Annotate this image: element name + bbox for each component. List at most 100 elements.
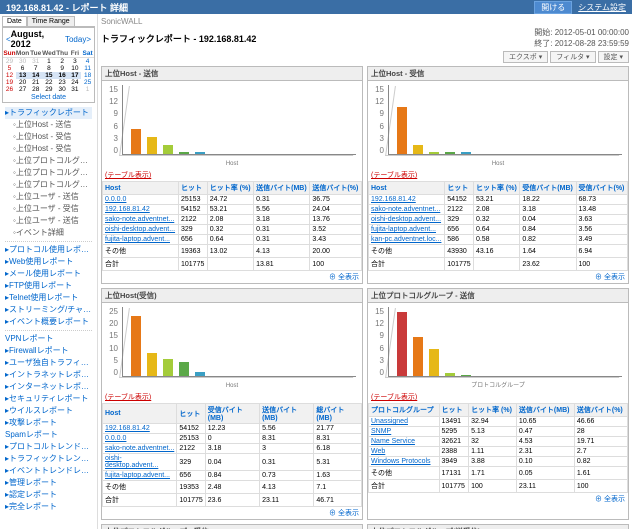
- cal-day[interactable]: 22: [42, 79, 56, 86]
- cal-day[interactable]: 30: [16, 58, 29, 66]
- tree-item[interactable]: ◦上位プロトコルグループ - 送信: [5, 155, 92, 167]
- tree-item[interactable]: ▸セキュリティレポート: [5, 393, 92, 405]
- cal-day[interactable]: 21: [29, 79, 42, 86]
- table-toggle-link[interactable]: (テーブル表示): [102, 391, 362, 403]
- tree-item[interactable]: ◦上位Host - 受信: [5, 143, 92, 155]
- host-cell[interactable]: 0.0.0.0: [103, 195, 179, 205]
- show-all-link[interactable]: ⊕ 全表示: [102, 271, 362, 283]
- cal-day[interactable]: 16: [56, 72, 69, 79]
- cal-day[interactable]: 17: [69, 72, 82, 79]
- tree-item[interactable]: ▸ストリーミング/チャットサイト レポート: [5, 304, 92, 316]
- cal-day[interactable]: 2: [56, 58, 69, 66]
- host-cell[interactable]: 192.168.81.42: [103, 424, 177, 434]
- table-toggle-link[interactable]: (テーブル表示): [368, 169, 628, 181]
- cal-day[interactable]: 1: [42, 58, 56, 66]
- host-cell[interactable]: fujita-laptop.advent...: [103, 235, 179, 245]
- host-cell[interactable]: 0.0.0.0: [103, 434, 177, 444]
- tree-item[interactable]: ◦上位ユーザ - 送信: [5, 215, 92, 227]
- cal-day[interactable]: 20: [16, 79, 29, 86]
- cal-day[interactable]: 18: [81, 72, 94, 79]
- cal-day[interactable]: 19: [3, 79, 16, 86]
- cal-day[interactable]: 6: [16, 65, 29, 72]
- host-cell[interactable]: Unassigned: [369, 417, 440, 427]
- tree-item[interactable]: ▸完全レポート: [5, 501, 92, 513]
- tree-item[interactable]: ◦上位プロトコルグループ(送信+): [5, 179, 92, 191]
- col-header[interactable]: ヒット率 (%): [469, 404, 517, 417]
- cal-day[interactable]: 27: [16, 86, 29, 93]
- cal-day[interactable]: 29: [3, 58, 16, 66]
- tree-item[interactable]: ▸認定レポート: [5, 489, 92, 501]
- tab-date[interactable]: Date: [2, 16, 27, 26]
- cal-day[interactable]: 11: [81, 65, 94, 72]
- col-header[interactable]: 総バイト(MB): [314, 404, 362, 424]
- col-header[interactable]: 受信バイト(MB): [520, 182, 576, 195]
- table-toggle-link[interactable]: (テーブル表示): [368, 391, 628, 403]
- tree-item[interactable]: ▸管理レポート: [5, 477, 92, 489]
- toolbar-button[interactable]: 設定 ▾: [598, 51, 629, 63]
- host-cell[interactable]: SNMP: [369, 427, 440, 437]
- tree-item[interactable]: ▸インターネットレポート: [5, 381, 92, 393]
- tree-item[interactable]: ◦上位Host - 送信: [5, 119, 92, 131]
- host-cell[interactable]: Web: [369, 447, 440, 457]
- cal-day[interactable]: 13: [16, 72, 29, 79]
- col-header[interactable]: ヒット: [177, 404, 205, 424]
- tree-item[interactable]: ▸ユーザ独自トラフィックレポート: [5, 357, 92, 369]
- col-header[interactable]: 送信バイト(MB): [516, 404, 574, 417]
- tree-item[interactable]: ▸Web使用レポート: [5, 256, 92, 268]
- host-cell[interactable]: sako-note.adventnet...: [103, 215, 179, 225]
- show-all-link[interactable]: ⊕ 全表示: [102, 507, 362, 519]
- tree-item[interactable]: ▸Telnet使用レポート: [5, 292, 92, 304]
- col-header[interactable]: 送信バイト(MB): [254, 182, 310, 195]
- cal-day[interactable]: 25: [81, 79, 94, 86]
- tree-item[interactable]: ▸イベントトレンドレポート: [5, 465, 92, 477]
- col-header[interactable]: 送信バイト(%): [310, 182, 362, 195]
- cal-day[interactable]: 8: [42, 65, 56, 72]
- show-all-link[interactable]: ⊕ 全表示: [368, 493, 628, 505]
- cal-day[interactable]: 24: [69, 79, 82, 86]
- col-header[interactable]: Host: [369, 182, 445, 195]
- tree-item[interactable]: ▸メール使用レポート: [5, 268, 92, 280]
- host-cell[interactable]: Name Service: [369, 437, 440, 447]
- open-button[interactable]: 開ける: [534, 1, 572, 14]
- cal-day[interactable]: 5: [3, 65, 16, 72]
- table-toggle-link[interactable]: (テーブル表示): [102, 169, 362, 181]
- cal-day[interactable]: 26: [3, 86, 16, 93]
- tree-item[interactable]: ▸Firewallレポート: [5, 345, 92, 357]
- cal-day[interactable]: 7: [29, 65, 42, 72]
- cal-next[interactable]: >: [86, 35, 91, 44]
- cal-day[interactable]: 9: [56, 65, 69, 72]
- host-cell[interactable]: fujita-laptop.advent...: [103, 471, 177, 481]
- col-header[interactable]: Host: [103, 182, 179, 195]
- tree-item[interactable]: Spamレポート: [5, 429, 92, 441]
- host-cell[interactable]: oishi-desktop.advent...: [103, 225, 179, 235]
- tree-item[interactable]: ▸イベント概要レポート: [5, 316, 92, 328]
- tree-item[interactable]: ▸トラフィックトレンドレポート: [5, 453, 92, 465]
- cal-day[interactable]: 12: [3, 72, 16, 79]
- host-cell[interactable]: fujita-laptop.advent...: [369, 225, 445, 235]
- cal-day[interactable]: 23: [56, 79, 69, 86]
- col-header[interactable]: 受信バイト(MB): [205, 404, 259, 424]
- col-header[interactable]: 送信バイト(%): [574, 404, 627, 417]
- col-header[interactable]: 送信バイト(MB): [260, 404, 314, 424]
- tab-time-range[interactable]: Time Range: [27, 16, 75, 26]
- host-cell[interactable]: oishi-desktop.advent...: [103, 454, 177, 471]
- cal-day[interactable]: 31: [29, 58, 42, 66]
- tree-item[interactable]: ◦上位ユーザ - 受信: [5, 203, 92, 215]
- cal-day[interactable]: 30: [56, 86, 69, 93]
- tree-item[interactable]: ▸プロトコルトレンドレポート: [5, 441, 92, 453]
- tree-item[interactable]: VPNレポート: [5, 333, 92, 345]
- tree-item[interactable]: ▸ウイルスレポート: [5, 405, 92, 417]
- show-all-link[interactable]: ⊕ 全表示: [368, 271, 628, 283]
- tree-item[interactable]: ◦イベント詳細: [5, 227, 92, 239]
- col-header[interactable]: ヒット率 (%): [207, 182, 253, 195]
- cal-day[interactable]: 4: [81, 58, 94, 66]
- settings-link[interactable]: システム設定: [578, 2, 626, 13]
- cal-day[interactable]: 15: [42, 72, 56, 79]
- tree-item[interactable]: ▸イントラネットレポート: [5, 369, 92, 381]
- col-header[interactable]: ヒット率 (%): [473, 182, 519, 195]
- cal-day[interactable]: 31: [69, 86, 82, 93]
- tree-item[interactable]: ◦上位ユーザ - 送信: [5, 191, 92, 203]
- host-cell[interactable]: 192.168.81.42: [369, 195, 445, 205]
- toolbar-button[interactable]: フィルタ ▾: [550, 51, 595, 63]
- tree-item[interactable]: ◦上位Host - 受信: [5, 131, 92, 143]
